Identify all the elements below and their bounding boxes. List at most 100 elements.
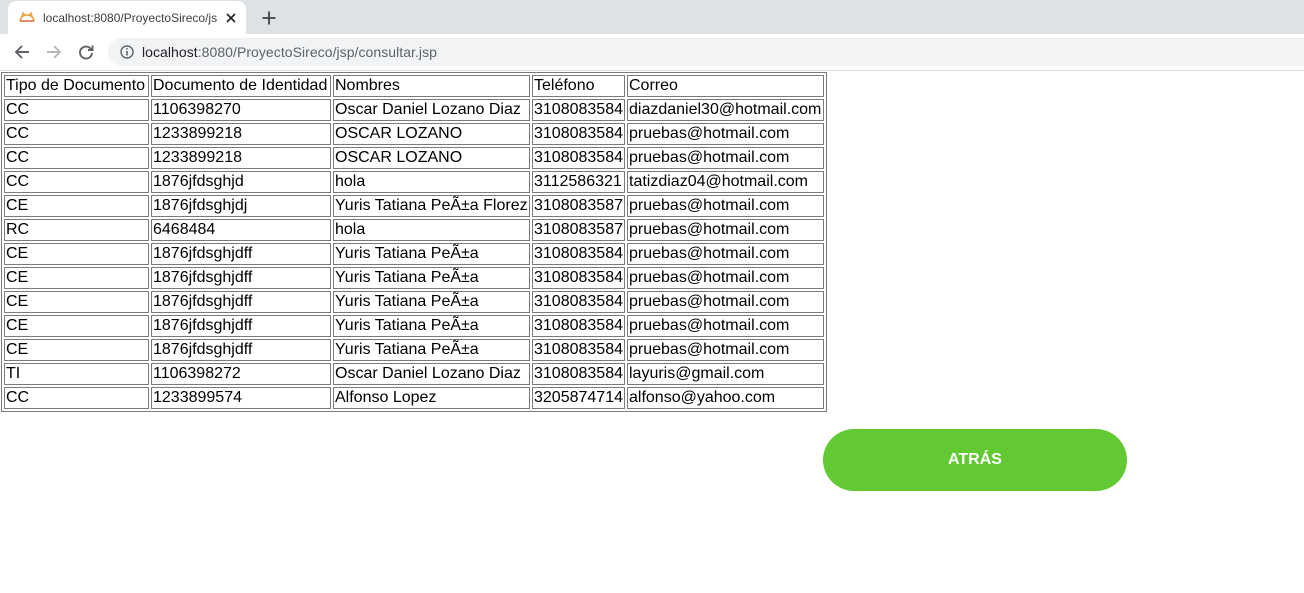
cell-correo: pruebas@hotmail.com [627,339,824,361]
cell-tipo-documento: RC [4,219,149,241]
info-icon[interactable] [119,44,135,60]
cell-nombres: hola [333,171,530,193]
tab-title: localhost:8080/ProyectoSireco/jsp/c [43,10,217,25]
table-header-row: Tipo de Documento Documento de Identidad… [4,75,824,97]
cell-telefono: 3108083587 [532,219,625,241]
cell-telefono: 3108083584 [532,123,625,145]
cell-tipo-documento: TI [4,363,149,385]
cell-correo: pruebas@hotmail.com [627,267,824,289]
table-row: TI 1106398272 Oscar Daniel Lozano Diaz 3108… [4,363,824,385]
close-icon[interactable] [223,10,239,26]
header-tipo-documento: Tipo de Documento [4,75,149,97]
cell-documento-identidad: 1876jfdsghjdff [151,267,331,289]
cell-correo: diazdaniel30@hotmail.com [627,99,824,121]
browser-tab[interactable]: localhost:8080/ProyectoSireco/jsp/c [8,1,246,34]
table-row: CE 1876jfdsghjdff Yuris Tatiana PeÃ±a 31080… [4,243,824,265]
cell-telefono: 3108083584 [532,147,625,169]
cell-documento-identidad: 1876jfdsghjdff [151,339,331,361]
cell-documento-identidad: 1106398270 [151,99,331,121]
cell-telefono: 3108083584 [532,363,625,385]
cell-tipo-documento: CC [4,387,149,409]
cell-correo: pruebas@hotmail.com [627,147,824,169]
header-telefono: Teléfono [532,75,625,97]
cell-correo: pruebas@hotmail.com [627,195,824,217]
table-row: CE 1876jfdsghjdff Yuris Tatiana PeÃ±a 31080… [4,339,824,361]
cell-tipo-documento: CC [4,123,149,145]
browser-toolbar: localhost:8080/ProyectoSireco/jsp/consul… [0,34,1304,71]
users-table: Tipo de Documento Documento de Identidad… [1,72,827,412]
tomcat-icon [19,10,35,26]
cell-tipo-documento: CE [4,243,149,265]
cell-telefono: 3108083587 [532,195,625,217]
arrow-right-icon[interactable] [42,40,66,64]
reload-icon[interactable] [74,40,98,64]
plus-icon[interactable] [258,7,280,29]
cell-documento-identidad: 1876jfdsghjd [151,171,331,193]
cell-tipo-documento: CC [4,171,149,193]
header-documento-identidad: Documento de Identidad [151,75,331,97]
table-row: CC 1233899218 OSCAR LOZANO 3108083584 prueba… [4,123,824,145]
cell-telefono: 3112586321 [532,171,625,193]
cell-correo: layuris@gmail.com [627,363,824,385]
cell-documento-identidad: 6468484 [151,219,331,241]
cell-correo: pruebas@hotmail.com [627,219,824,241]
table-row: CC 1876jfdsghjd hola 3112586321 tatizdiaz04@… [4,171,824,193]
cell-documento-identidad: 1876jfdsghjdff [151,315,331,337]
cell-nombres: Yuris Tatiana PeÃ±a [333,243,530,265]
cell-telefono: 3205874714 [532,387,625,409]
cell-nombres: hola [333,219,530,241]
cell-documento-identidad: 1106398272 [151,363,331,385]
cell-tipo-documento: CE [4,339,149,361]
cell-documento-identidad: 1233899218 [151,147,331,169]
cell-nombres: Alfonso Lopez [333,387,530,409]
table-row: CC 1233899218 OSCAR LOZANO 3108083584 prueba… [4,147,824,169]
table-row: CC 1233899574 Alfonso Lopez 3205874714 alfon… [4,387,824,409]
cell-nombres: OSCAR LOZANO [333,123,530,145]
url-text: localhost:8080/ProyectoSireco/jsp/consul… [142,44,437,60]
cell-correo: pruebas@hotmail.com [627,291,824,313]
cell-nombres: Oscar Daniel Lozano Diaz [333,99,530,121]
page-content: Tipo de Documento Documento de Identidad… [0,71,1304,593]
cell-nombres: Yuris Tatiana PeÃ±a [333,315,530,337]
table-row: CE 1876jfdsghjdff Yuris Tatiana PeÃ±a 31080… [4,315,824,337]
cell-documento-identidad: 1876jfdsghjdj [151,195,331,217]
cell-tipo-documento: CE [4,195,149,217]
table-row: CC 1106398270 Oscar Daniel Lozano Diaz 3108… [4,99,824,121]
table-row: CE 1876jfdsghjdj Yuris Tatiana PeÃ±a Flore… [4,195,824,217]
cell-nombres: Yuris Tatiana PeÃ±a [333,267,530,289]
address-bar[interactable]: localhost:8080/ProyectoSireco/jsp/consul… [108,38,1304,66]
cell-telefono: 3108083584 [532,291,625,313]
table-row: RC 6468484 hola 3108083587 pruebas@hotmail.c… [4,219,824,241]
back-button[interactable]: ATRÁS [823,429,1127,491]
cell-telefono: 3108083584 [532,315,625,337]
cell-nombres: Yuris Tatiana PeÃ±a [333,291,530,313]
cell-nombres: Oscar Daniel Lozano Diaz [333,363,530,385]
cell-nombres: Yuris Tatiana PeÃ±a Florez [333,195,530,217]
cell-correo: pruebas@hotmail.com [627,123,824,145]
header-nombres: Nombres [333,75,530,97]
cell-documento-identidad: 1876jfdsghjdff [151,243,331,265]
cell-correo: pruebas@hotmail.com [627,315,824,337]
cell-nombres: Yuris Tatiana PeÃ±a [333,339,530,361]
cell-correo: pruebas@hotmail.com [627,243,824,265]
cell-correo: alfonso@yahoo.com [627,387,824,409]
header-correo: Correo [627,75,824,97]
tab-strip: localhost:8080/ProyectoSireco/jsp/c [0,0,1304,34]
table-row: CE 1876jfdsghjdff Yuris Tatiana PeÃ±a 31080… [4,267,824,289]
cell-telefono: 3108083584 [532,243,625,265]
cell-telefono: 3108083584 [532,99,625,121]
cell-telefono: 3108083584 [532,339,625,361]
arrow-left-icon[interactable] [10,40,34,64]
cell-tipo-documento: CE [4,267,149,289]
cell-tipo-documento: CE [4,291,149,313]
cell-tipo-documento: CE [4,315,149,337]
cell-tipo-documento: CC [4,147,149,169]
cell-documento-identidad: 1233899574 [151,387,331,409]
cell-nombres: OSCAR LOZANO [333,147,530,169]
cell-telefono: 3108083584 [532,267,625,289]
cell-documento-identidad: 1233899218 [151,123,331,145]
url-host: localhost [142,44,198,60]
cell-correo: tatizdiaz04@hotmail.com [627,171,824,193]
table-row: CE 1876jfdsghjdff Yuris Tatiana PeÃ±a 31080… [4,291,824,313]
cell-documento-identidad: 1876jfdsghjdff [151,291,331,313]
